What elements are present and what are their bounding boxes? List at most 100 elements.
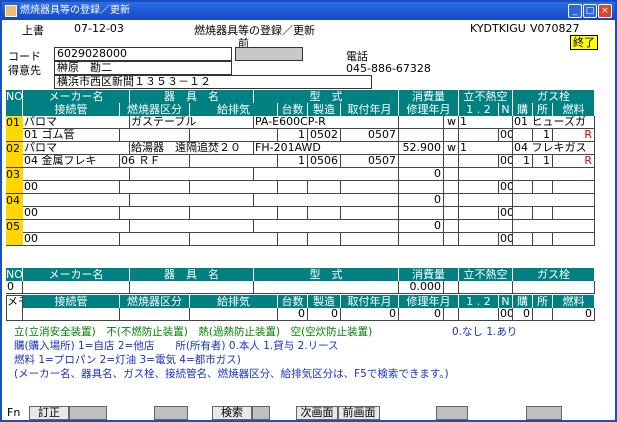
row-amount[interactable]: 00	[499, 207, 513, 220]
row-amount[interactable]: 00	[499, 155, 513, 168]
row-unit[interactable]: w	[444, 142, 459, 155]
row-shuri[interactable]	[399, 207, 444, 220]
row-pipe[interactable]: 00	[23, 207, 120, 220]
row-shoyu[interactable]	[533, 233, 553, 246]
row-maker[interactable]	[23, 220, 130, 233]
row-count[interactable]	[278, 181, 308, 194]
f1-correct-button[interactable]: 訂正	[29, 406, 69, 420]
row-shoyu[interactable]: 1	[533, 129, 553, 142]
f2-button[interactable]	[69, 406, 107, 420]
entry-12[interactable]	[459, 308, 499, 321]
row-appliance[interactable]: 給湯器 遠隔追焚２０	[130, 142, 254, 155]
customer-name-field[interactable]: 榊原 勘二	[54, 61, 232, 75]
row-toritsuke[interactable]	[341, 233, 399, 246]
row-konyu[interactable]	[513, 181, 533, 194]
entry-kyuhaiki[interactable]	[190, 308, 278, 321]
row-unit[interactable]	[444, 194, 459, 207]
row-shuri[interactable]	[399, 181, 444, 194]
entry-ko[interactable]: 0	[513, 308, 533, 321]
row-kubun[interactable]	[120, 181, 190, 194]
entry-count[interactable]: 0	[278, 308, 308, 321]
row-shuri[interactable]	[399, 129, 444, 142]
row-safety[interactable]	[459, 220, 513, 233]
row-fuel[interactable]: R	[553, 155, 595, 168]
row-pipe[interactable]: 00	[23, 233, 120, 246]
entry-toritsuke[interactable]: 0	[341, 308, 399, 321]
row-fuel[interactable]: R	[553, 129, 595, 142]
entry-gascock[interactable]	[513, 281, 595, 294]
row-seizo[interactable]	[308, 207, 341, 220]
row-kyuhaiki[interactable]	[190, 207, 278, 220]
row-model[interactable]	[254, 168, 399, 181]
row-amount[interactable]: 00	[499, 129, 513, 142]
entry-consumption[interactable]: 0.000	[399, 281, 444, 294]
row-pipe[interactable]: 04 金属フレキ	[23, 155, 120, 168]
row-kubun[interactable]	[120, 233, 190, 246]
close-button[interactable]: ×	[598, 4, 612, 18]
row-safety[interactable]	[459, 168, 513, 181]
row-amount[interactable]: 00	[499, 181, 513, 194]
row-pipe[interactable]: 01 ゴム管	[23, 129, 120, 142]
f12-button[interactable]	[526, 406, 562, 420]
row-konyu[interactable]: 1	[513, 155, 533, 168]
row-gascock[interactable]: 04 フレキガス	[513, 142, 595, 155]
row-appliance[interactable]	[130, 194, 254, 207]
f8-prev-button[interactable]: 前画面	[338, 406, 380, 420]
entry-shuri[interactable]: 0	[399, 308, 444, 321]
address-field[interactable]: 横浜市西区新間１３５３－１２	[54, 75, 372, 89]
row-kubun[interactable]: 06 ＲＦ	[120, 155, 190, 168]
entry-no[interactable]: 0	[6, 281, 23, 294]
entry-maker[interactable]	[23, 281, 130, 294]
row-gascock[interactable]	[513, 168, 595, 181]
row-gascock[interactable]: 01 ヒューズガ	[513, 116, 595, 129]
row-maker[interactable]: パロマ	[23, 116, 130, 129]
f5-search-button[interactable]: 検索	[212, 406, 252, 420]
row-count[interactable]	[278, 207, 308, 220]
row-toritsuke[interactable]: 0507	[341, 129, 399, 142]
entry-safety[interactable]	[459, 281, 513, 294]
row-fuel[interactable]	[553, 207, 595, 220]
minimize-button[interactable]: _	[568, 4, 582, 18]
row-gascock[interactable]	[513, 194, 595, 207]
row-shuri[interactable]	[399, 233, 444, 246]
row-count[interactable]	[278, 233, 308, 246]
row-kyuhaiki[interactable]	[190, 233, 278, 246]
f10-button[interactable]	[436, 406, 468, 420]
row-maker[interactable]: パロマ	[23, 142, 130, 155]
row-model[interactable]: FH-201AWD	[254, 142, 399, 155]
row-kyuhaiki[interactable]	[190, 155, 278, 168]
row-model[interactable]	[254, 194, 399, 207]
row-safety[interactable]	[459, 194, 513, 207]
row-count[interactable]: 1	[278, 129, 308, 142]
row-toritsuke[interactable]: 0507	[341, 155, 399, 168]
row-consumption[interactable]	[399, 116, 444, 129]
entry-sho[interactable]	[533, 308, 553, 321]
row-konyu[interactable]	[513, 207, 533, 220]
row-toritsuke[interactable]	[341, 207, 399, 220]
f4-button[interactable]	[154, 406, 188, 420]
row-seizo[interactable]: 0506	[308, 155, 341, 168]
entry-n[interactable]: 00	[499, 308, 513, 321]
row-seizo[interactable]	[308, 181, 341, 194]
row-count[interactable]: 1	[278, 155, 308, 168]
entry-seizo[interactable]: 0	[308, 308, 341, 321]
row-fuel[interactable]	[553, 181, 595, 194]
f6-button[interactable]	[252, 406, 270, 420]
row-amount[interactable]: 00	[499, 233, 513, 246]
row-consumption[interactable]: 0	[399, 194, 444, 207]
row-consumption[interactable]: 0	[399, 220, 444, 233]
row-konyu[interactable]	[513, 233, 533, 246]
row-kubun[interactable]	[120, 129, 190, 142]
row-fuel[interactable]	[553, 233, 595, 246]
row-pipe[interactable]: 00	[23, 181, 120, 194]
row-seizo[interactable]: 0502	[308, 129, 341, 142]
row-gascock[interactable]	[513, 220, 595, 233]
row-consumption[interactable]: 52.900	[399, 142, 444, 155]
row-maker[interactable]	[23, 168, 130, 181]
row-appliance[interactable]: ガステーブル	[130, 116, 254, 129]
row-seizo[interactable]	[308, 233, 341, 246]
entry-pipe[interactable]	[23, 308, 120, 321]
row-consumption[interactable]: 0	[399, 168, 444, 181]
code-field[interactable]: 6029028000	[54, 47, 232, 61]
row-toritsuke[interactable]	[341, 181, 399, 194]
